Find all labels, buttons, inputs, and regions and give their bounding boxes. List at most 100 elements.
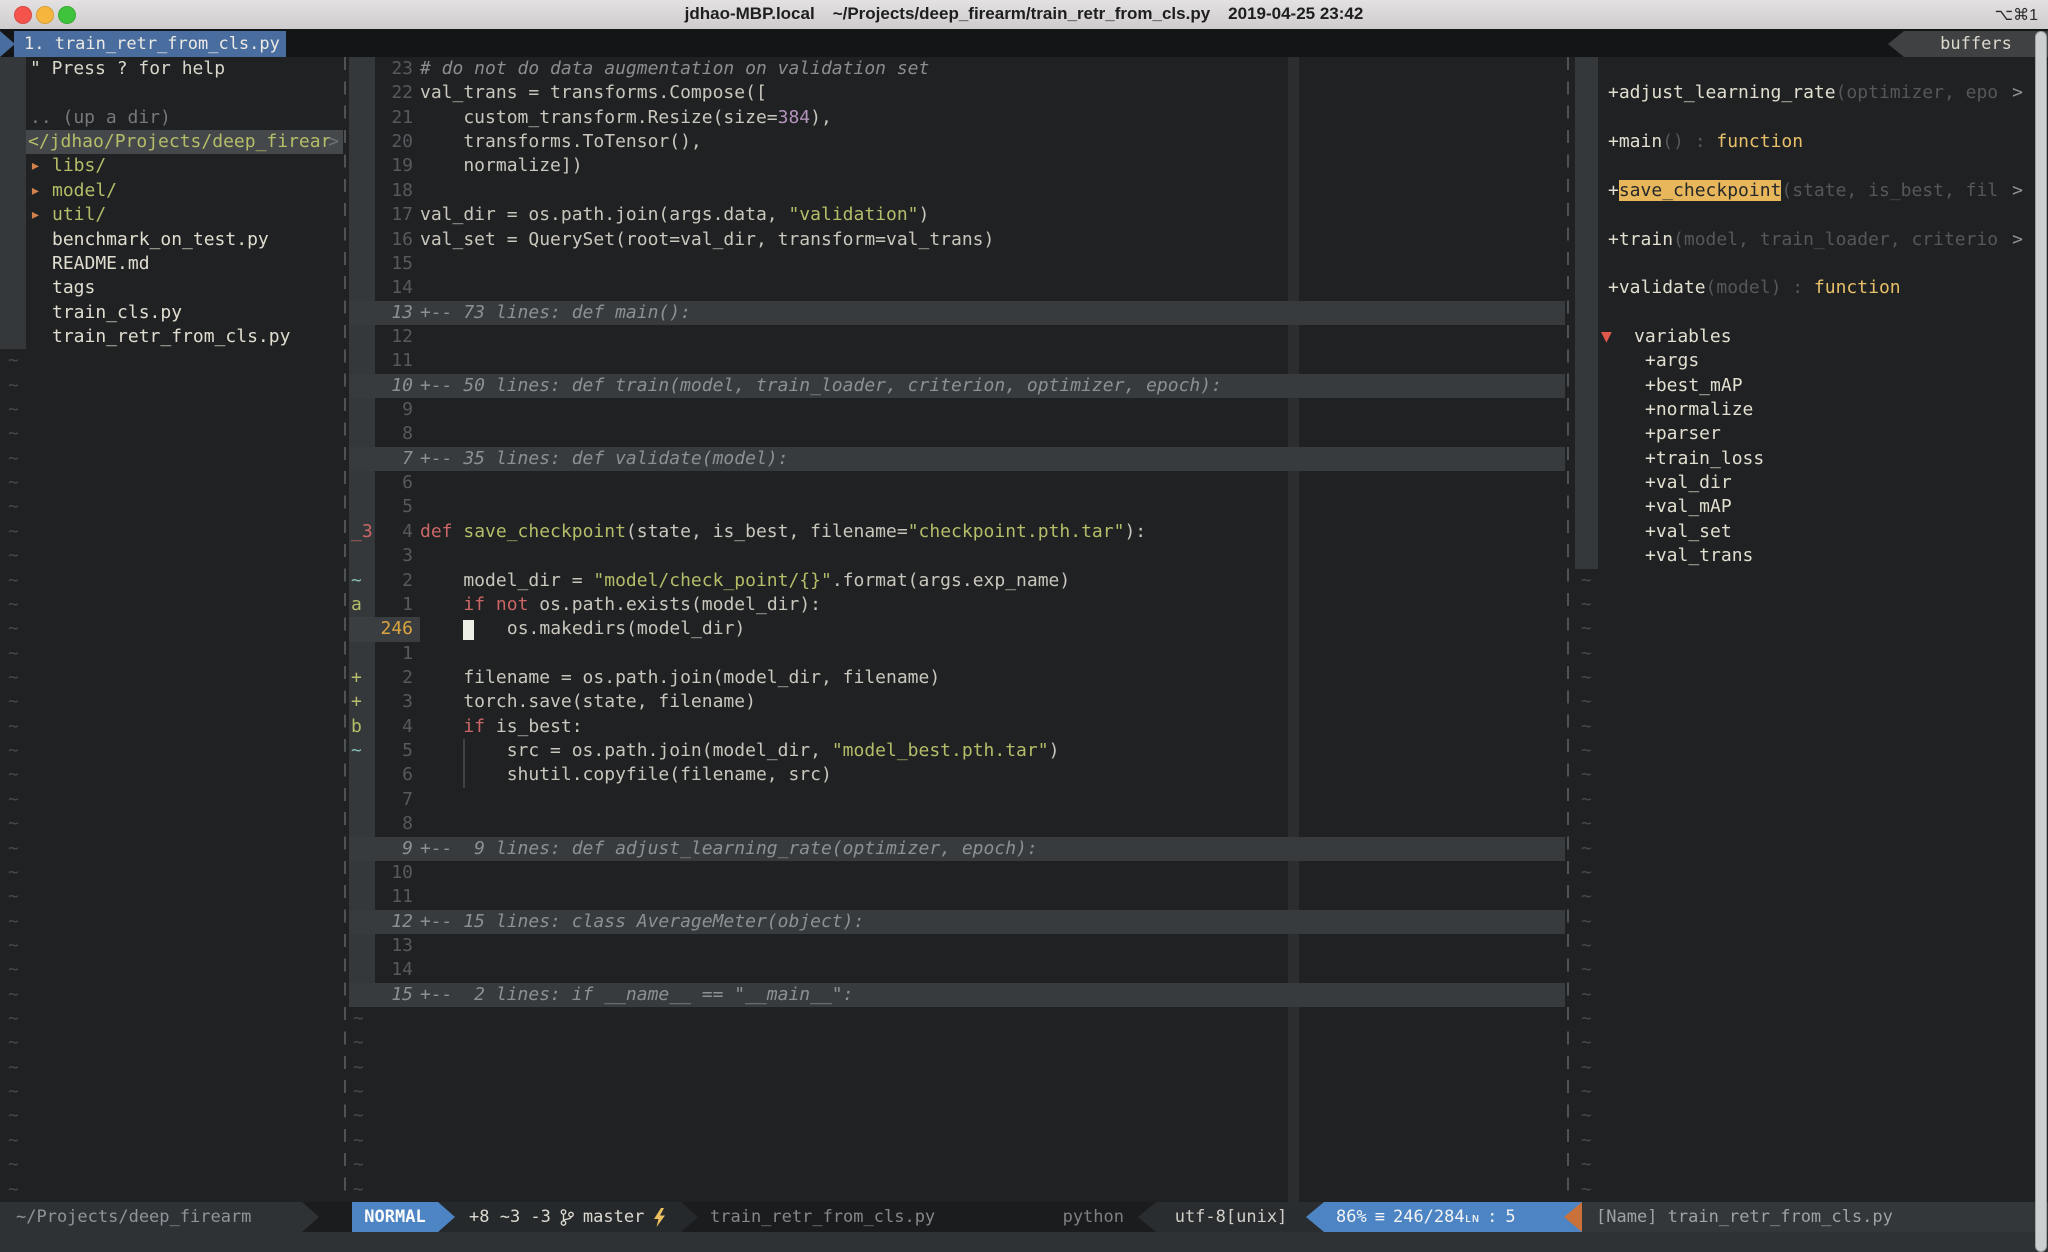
truncation-marker: > <box>2012 228 2023 252</box>
tagbar-row-var[interactable]: +args <box>1576 349 2036 373</box>
editor-row[interactable]: 19 normalize]) <box>349 154 1565 178</box>
filler-line: ~ <box>0 642 345 666</box>
nerdtree-row-dir[interactable]: ▸ util/ <box>0 203 345 227</box>
tilde-marker: ~ <box>1581 812 1592 836</box>
editor-row[interactable]: ~5 src = os.path.join(model_dir, "model_… <box>349 739 1565 763</box>
filler-line: ~ <box>349 1056 1565 1080</box>
tilde-marker: ~ <box>1581 1129 1592 1153</box>
tagbar-row-var[interactable]: +best_mAP <box>1576 374 2036 398</box>
line-number: 21 <box>375 106 413 130</box>
editor-row[interactable]: 17val_dir = os.path.join(args.data, "val… <box>349 203 1565 227</box>
filler-line: ~ <box>1576 715 2036 739</box>
tagbar-row-tag[interactable]: +train(model, train_loader, criterio> <box>1576 228 2036 252</box>
folder-collapsed-icon: ▸ <box>30 203 41 227</box>
statusline-filetype: python <box>1063 1202 1138 1232</box>
editor-row[interactable]: 20 transforms.ToTensor(), <box>349 130 1565 154</box>
fold-collapsed-row[interactable]: 9+-- 9 lines: def adjust_learning_rate(o… <box>349 837 1565 861</box>
editor-row[interactable]: 16val_set = QuerySet(root=val_dir, trans… <box>349 228 1565 252</box>
nerdtree-row-dir[interactable]: ▸libs/ <box>0 154 345 178</box>
line-number: 3 <box>375 544 413 568</box>
tagbar-row-tag[interactable]: +main() : function <box>1576 130 2036 154</box>
nerdtree-dir-name: util/ <box>52 203 106 227</box>
line-number: 14 <box>375 276 413 300</box>
line-number: 20 <box>375 130 413 154</box>
tilde-marker: ~ <box>1581 1080 1592 1104</box>
window-title-datetime: 2019-04-25 23:42 <box>1228 4 1363 23</box>
filler-line: ~ <box>0 910 345 934</box>
tagbar-row-blank <box>1576 154 2036 178</box>
filler-line: ~ <box>1576 788 2036 812</box>
nerdtree-row-dim[interactable]: .. (up a dir) <box>0 106 345 130</box>
tilde-marker: ~ <box>1581 763 1592 787</box>
nerdtree-file-name: README.md <box>52 252 150 276</box>
fold-collapsed-row[interactable]: 10+-- 50 lines: def train(model, train_l… <box>349 374 1565 398</box>
filler-line: ~ <box>1576 837 2036 861</box>
tagbar-row-var[interactable]: +normalize <box>1576 398 2036 422</box>
fold-collapsed-row[interactable]: 15+-- 2 lines: if __name__ == "__main__"… <box>349 983 1565 1007</box>
editor-row[interactable]: +3 torch.save(state, filename) <box>349 690 1565 714</box>
line-number: 12 <box>375 910 413 934</box>
nerdtree-row-path[interactable]: </jdhao/Projects/deep_firear> <box>0 130 345 154</box>
editor-row[interactable]: _34def save_checkpoint(state, is_best, f… <box>349 520 1565 544</box>
nerdtree-row-file[interactable]: README.md <box>0 252 345 276</box>
tilde-marker: ~ <box>8 1080 19 1104</box>
editor-row[interactable]: 246 os.makedirs(model_dir) <box>349 617 1565 641</box>
editor-row[interactable]: a1 if not os.path.exists(model_dir): <box>349 593 1565 617</box>
nerdtree-row-file[interactable]: tags <box>0 276 345 300</box>
section-expanded-icon: ▼ <box>1601 325 1612 349</box>
editor-row[interactable]: ~2 model_dir = "model/check_point/{}".fo… <box>349 569 1565 593</box>
window-title-host: jdhao-MBP.local <box>685 4 815 23</box>
nerdtree-row-dir[interactable]: ▸model/ <box>0 179 345 203</box>
code-text: +-- 50 lines: def train(model, train_loa… <box>420 374 1222 398</box>
filler-line: ~ <box>1576 1153 2036 1177</box>
buffers-arrow-icon <box>1888 31 1904 57</box>
filler-line: ~ <box>349 1129 1565 1153</box>
tagbar-variable: +normalize <box>1645 398 1753 422</box>
line-number: 17 <box>375 203 413 227</box>
editor-row[interactable]: b4 if is_best: <box>349 715 1565 739</box>
editor-row[interactable]: 21 custom_transform.Resize(size=384), <box>349 106 1565 130</box>
editor-row[interactable]: +2 filename = os.path.join(model_dir, fi… <box>349 666 1565 690</box>
buffers-button[interactable]: buffers <box>1904 31 2048 57</box>
editor-row[interactable]: 23# do not do data augmentation on valid… <box>349 57 1565 81</box>
tilde-marker: ~ <box>8 495 19 519</box>
filler-line: ~ <box>0 690 345 714</box>
line-number: 19 <box>375 154 413 178</box>
fold-collapsed-row[interactable]: 13+-- 73 lines: def main(): <box>349 301 1565 325</box>
filler-line: ~ <box>1576 1178 2036 1202</box>
tagbar-row-var[interactable]: +train_loss <box>1576 447 2036 471</box>
editor-row[interactable]: 22val_trans = transforms.Compose([ <box>349 81 1565 105</box>
fold-collapsed-row[interactable]: 12+-- 15 lines: class AverageMeter(objec… <box>349 910 1565 934</box>
terminal-window: jdhao-MBP.local~/Projects/deep_firearm/t… <box>0 0 2048 1252</box>
filler-line: ~ <box>1576 1080 2036 1104</box>
tagbar-row-header[interactable]: ▼variables <box>1576 325 2036 349</box>
fold-collapsed-row[interactable]: 7+-- 35 lines: def validate(model): <box>349 447 1565 471</box>
tagbar-row-var[interactable]: +val_mAP <box>1576 495 2036 519</box>
nerdtree-row-file[interactable]: benchmark_on_test.py <box>0 228 345 252</box>
git-branch-name: master <box>583 1202 644 1232</box>
editor-row[interactable]: 6 shutil.copyfile(filename, src) <box>349 763 1565 787</box>
tagbar-tag: +main() : function <box>1608 130 1803 154</box>
filler-line: ~ <box>1576 1104 2036 1128</box>
filler-line: ~ <box>0 374 345 398</box>
tagbar-row-var[interactable]: +val_dir <box>1576 471 2036 495</box>
tagbar-row-var[interactable]: +val_set <box>1576 520 2036 544</box>
tilde-marker: ~ <box>8 1031 19 1055</box>
window-separator-right[interactable] <box>1567 57 1569 1202</box>
line-number: 11 <box>375 349 413 373</box>
nerdtree-row-file[interactable]: train_retr_from_cls.py <box>0 325 345 349</box>
tab-active[interactable]: 1. train_retr_from_cls.py <box>14 31 286 57</box>
line-number: 2 <box>375 666 413 690</box>
tagbar-variable: +best_mAP <box>1645 374 1743 398</box>
filler-line: ~ <box>1576 642 2036 666</box>
line-number: 22 <box>375 81 413 105</box>
tagbar-row-tag[interactable]: +validate(model) : function <box>1576 276 2036 300</box>
nerdtree-row-file[interactable]: train_cls.py <box>0 301 345 325</box>
scrollbar[interactable] <box>2035 31 2047 1252</box>
text-cursor <box>463 620 474 640</box>
tagbar-row-var[interactable]: +parser <box>1576 422 2036 446</box>
tagbar-row-tag[interactable]: +save_checkpoint(state, is_best, fil> <box>1576 179 2036 203</box>
tagbar-row-var[interactable]: +val_trans <box>1576 544 2036 568</box>
tilde-marker: ~ <box>8 812 19 836</box>
tagbar-row-tag[interactable]: +adjust_learning_rate(optimizer, epo> <box>1576 81 2036 105</box>
